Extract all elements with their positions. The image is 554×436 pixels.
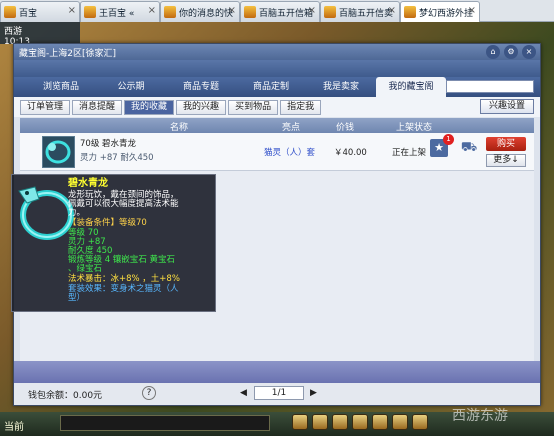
- close-icon[interactable]: ×: [308, 5, 316, 16]
- game-icon: [164, 6, 176, 18]
- dialog-footer: 钱包余额：0.00元 ? ◀ 1/1 ▶: [14, 383, 540, 405]
- nav-public[interactable]: 公示期: [96, 77, 166, 97]
- nav-browse[interactable]: 浏览商品: [26, 77, 96, 97]
- tooltip-requirement: 【装备条件】等级70: [68, 218, 147, 228]
- cart-icon[interactable]: ⛟: [460, 139, 478, 157]
- subtab-bought[interactable]: 买到物品: [228, 100, 279, 115]
- tooltip-desc-3: 力。: [68, 208, 86, 218]
- skill-icon[interactable]: [372, 414, 388, 430]
- browser-tab-6[interactable]: 梦幻西游外挂 ×: [400, 1, 480, 22]
- skill-icon[interactable]: [292, 414, 308, 430]
- game-icon: [84, 6, 96, 18]
- nav-my-pavilion[interactable]: 我的藏宝阁: [376, 77, 446, 97]
- prev-page-icon[interactable]: ◀: [240, 388, 247, 398]
- table-row: 70级 碧水青龙 灵力 +87 耐久450 猫灵（人）套 ￥40.00 正在上架…: [20, 133, 534, 171]
- tab-label: 你的消息的快: [179, 9, 234, 19]
- close-icon[interactable]: ×: [228, 5, 236, 16]
- subtab-favorites[interactable]: 我的收藏: [124, 100, 175, 115]
- sub-tabs: 订单管理 消息提醒 我的收藏 我的兴趣 买到物品 指定我 兴趣设置: [14, 97, 540, 117]
- game-icon: [404, 6, 416, 18]
- favorite-count-badge: 1: [443, 134, 454, 145]
- browser-tab-strip: 百宝 × 王百宝 «× 你的消息的快 × 百脑五开信箱 × 百脑五开信卖 × 梦幻西游外…: [0, 0, 554, 22]
- dialog-title: 藏宝阁-上海2区[徐家汇]: [19, 49, 116, 59]
- tab-label: 百宝: [19, 9, 38, 19]
- close-icon[interactable]: ×: [68, 5, 76, 16]
- tooltip-set-2: 型）: [68, 293, 86, 303]
- page-indicator: 1/1: [254, 386, 304, 400]
- browser-tab-1[interactable]: 百宝 ×: [0, 1, 80, 22]
- search-input[interactable]: [446, 80, 534, 93]
- browser-tab-3[interactable]: 你的消息的快 ×: [160, 1, 240, 22]
- col-name: 名称: [170, 123, 189, 133]
- skill-icon[interactable]: [412, 414, 428, 430]
- tooltip-special: 法术暴击：冰+8% ，土+8%: [68, 274, 180, 284]
- subtab-messages[interactable]: 消息提醒: [72, 100, 123, 115]
- help-icon[interactable]: ?: [142, 386, 156, 400]
- dragon-necklace-icon: [18, 186, 74, 240]
- item-status: 正在上架: [392, 148, 427, 158]
- wallet-balance: 钱包余额：0.00元: [28, 391, 103, 401]
- col-highlight: 亮点: [282, 123, 301, 133]
- tooltip-stat-gems-2: 、绿宝石: [68, 264, 103, 274]
- footer-band: [14, 361, 540, 383]
- close-icon[interactable]: ×: [522, 45, 536, 59]
- item-name[interactable]: 70级 碧水青龙: [80, 137, 136, 149]
- nav-custom[interactable]: 商品定制: [236, 77, 306, 97]
- tab-label: 百脑五开信箱: [259, 9, 314, 19]
- col-status: 上架状态: [396, 123, 433, 133]
- close-icon[interactable]: ×: [388, 5, 396, 16]
- game-hud: 西游 10:13: [0, 22, 80, 47]
- subtab-designated[interactable]: 指定我: [280, 100, 322, 115]
- tooltip-title: 碧水青龙: [68, 178, 108, 189]
- subtab-orders[interactable]: 订单管理: [20, 100, 71, 115]
- chat-input[interactable]: [60, 415, 270, 431]
- settings-icon[interactable]: ⚙: [504, 45, 518, 59]
- tab-label: 百脑五开信卖: [339, 9, 394, 19]
- game-icon: [244, 6, 256, 18]
- hud-title: 西游: [4, 27, 23, 37]
- buy-button[interactable]: 购买: [486, 137, 526, 151]
- col-price: 价钱: [336, 123, 355, 133]
- chat-channel-label[interactable]: 当前: [4, 418, 24, 433]
- tab-label: 梦幻西游外挂: [419, 9, 474, 19]
- skill-icon[interactable]: [352, 414, 368, 430]
- skill-icon[interactable]: [332, 414, 348, 430]
- item-thumbnail[interactable]: [42, 136, 75, 168]
- table-header: 名称 亮点 价钱 上架状态: [20, 118, 534, 133]
- item-attrs: 灵力 +87 耐久450: [80, 153, 154, 163]
- skill-icon[interactable]: [392, 414, 408, 430]
- interest-settings-button[interactable]: 兴趣设置: [479, 99, 534, 114]
- browser-tab-5[interactable]: 百脑五开信卖 ×: [320, 1, 400, 22]
- tab-label: 王百宝 «: [99, 9, 135, 19]
- next-page-icon[interactable]: ▶: [310, 388, 317, 398]
- nav-topics[interactable]: 商品专题: [166, 77, 236, 97]
- home-icon[interactable]: ⌂: [486, 45, 500, 59]
- close-icon[interactable]: ×: [468, 5, 476, 16]
- dialog-toolbar: [14, 60, 540, 77]
- main-nav: 浏览商品 公示期 商品专题 商品定制 我是卖家 我的藏宝阁: [14, 77, 540, 97]
- subtab-interests[interactable]: 我的兴趣: [176, 100, 227, 115]
- browser-tab-2[interactable]: 王百宝 « ×: [80, 1, 160, 22]
- game-icon: [4, 6, 16, 18]
- skill-icon[interactable]: [312, 414, 328, 430]
- game-icon: [324, 6, 336, 18]
- item-price: ￥40.00: [334, 148, 367, 158]
- nav-seller[interactable]: 我是卖家: [306, 77, 376, 97]
- more-button[interactable]: 更多↓: [486, 154, 526, 167]
- item-tooltip: 碧水青龙 龙形玩饮，戴在颈间的饰品， 佩戴可以很大幅度提高法术能 力。 【装备条…: [11, 174, 216, 312]
- item-highlight[interactable]: 猫灵（人）套: [264, 146, 315, 158]
- dialog-titlebar[interactable]: 藏宝阁-上海2区[徐家汇] ⌂ ⚙ ×: [14, 44, 540, 60]
- close-icon[interactable]: ×: [148, 5, 156, 16]
- watermark: 西游东游: [452, 408, 508, 424]
- browser-tab-4[interactable]: 百脑五开信箱 ×: [240, 1, 320, 22]
